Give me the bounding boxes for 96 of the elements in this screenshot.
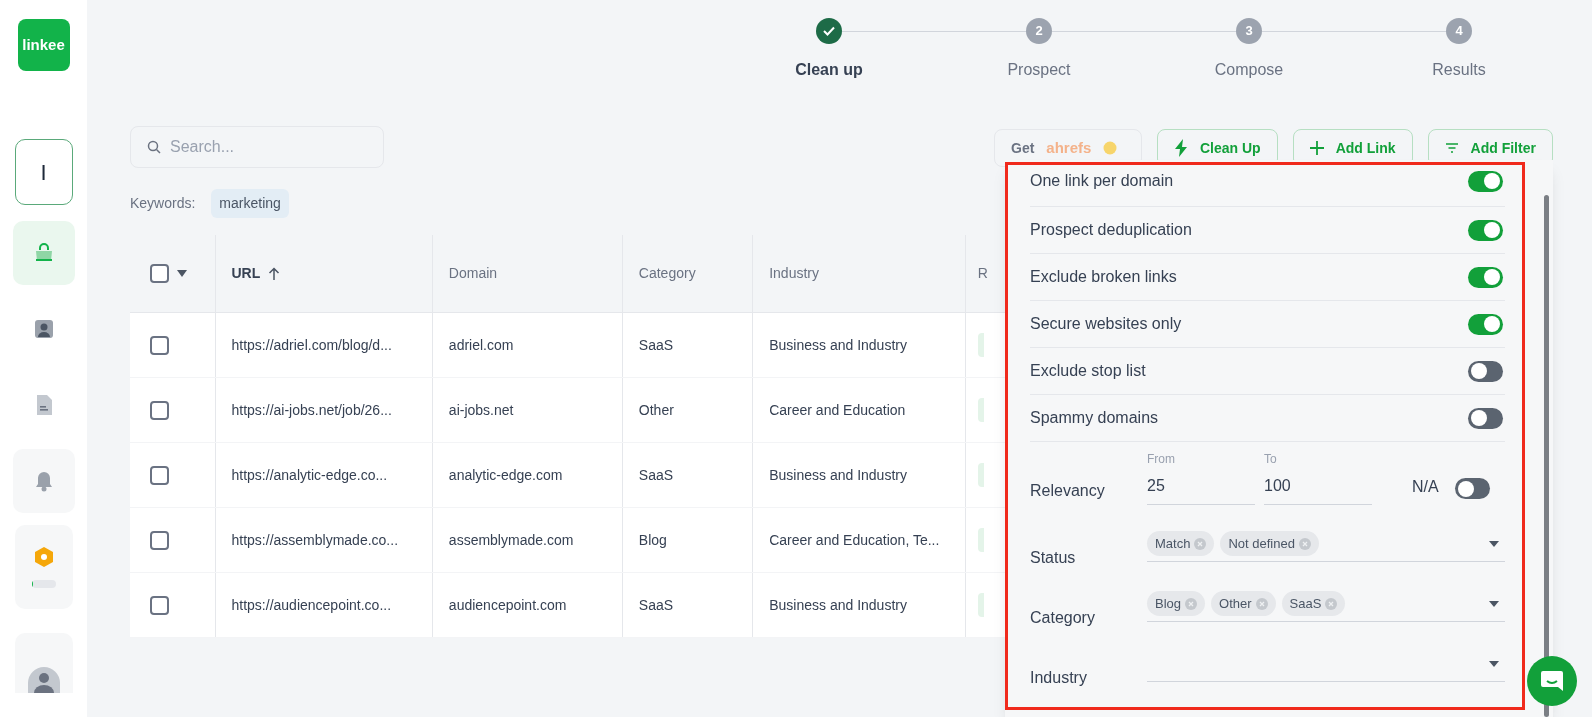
bell-icon <box>33 470 54 492</box>
filter-chip[interactable]: Not defined <box>1220 530 1319 557</box>
multi-select-field[interactable]: Match Not defined <box>1147 526 1505 562</box>
table-cell-text: Other <box>638 400 674 420</box>
table-cell-text: SaaS <box>638 595 674 615</box>
check-icon <box>823 26 835 36</box>
filter-label: One link per domain <box>1030 171 1174 191</box>
toggle-switch[interactable] <box>1468 170 1503 192</box>
row-checkbox[interactable] <box>150 465 169 485</box>
dropdown-caret-icon[interactable] <box>1489 540 1499 547</box>
filter-icon <box>1444 142 1459 154</box>
step-label[interactable]: Prospect <box>1007 58 1071 82</box>
credits-bar <box>31 580 56 588</box>
keywords-label: Keywords: <box>130 194 196 213</box>
toggle-switch[interactable] <box>1468 360 1503 382</box>
toggle-switch[interactable] <box>1468 219 1503 241</box>
chat-button[interactable] <box>1527 656 1577 706</box>
status-tag <box>977 463 984 487</box>
filter-label: Exclude broken links <box>1030 267 1177 287</box>
search-icon <box>147 140 161 154</box>
from-field[interactable]: From 25 <box>1147 450 1255 505</box>
person-icon <box>33 319 54 339</box>
step-label[interactable]: Results <box>1432 58 1486 82</box>
toggle-switch[interactable] <box>1468 266 1503 288</box>
step-number: 2 <box>1026 18 1052 44</box>
document-icon <box>34 394 53 416</box>
filter-label: Industry <box>1030 668 1088 688</box>
bolt-icon <box>1174 139 1188 157</box>
workspace-button[interactable]: I <box>14 139 73 205</box>
status-tag <box>977 593 984 617</box>
row-checkbox[interactable] <box>150 530 169 550</box>
filter-chip[interactable]: Blog <box>1147 590 1206 617</box>
status-tag <box>977 398 984 422</box>
column-header[interactable]: Industry <box>769 263 819 284</box>
bell-button[interactable] <box>12 449 75 513</box>
table-cell-text: Blog <box>638 530 667 550</box>
status-tag <box>977 333 984 357</box>
table-cell-text: Career and Education, Te... <box>769 530 940 550</box>
keyword-tag[interactable]: marketing <box>211 189 289 218</box>
hexagon-icon <box>33 546 54 568</box>
toggle-switch[interactable] <box>1454 478 1490 499</box>
step-label[interactable]: Clean up <box>795 58 863 82</box>
status-tag <box>977 528 984 552</box>
column-header[interactable]: R <box>977 263 988 284</box>
chat-icon <box>1539 668 1565 694</box>
select-all-checkbox[interactable] <box>150 264 169 283</box>
na-label: N/A <box>1412 477 1439 497</box>
table-cell-text: adriel.com <box>448 335 514 355</box>
table-cell-text: audiencepoint.com <box>448 595 567 615</box>
toggle-switch[interactable] <box>1468 407 1503 429</box>
dropdown-caret-icon[interactable] <box>1489 600 1499 607</box>
url-link[interactable]: https://adriel.com/blog/d... <box>231 334 392 356</box>
filter-label: Status <box>1030 548 1077 568</box>
filter-label: Spammy domains <box>1030 408 1159 428</box>
url-link[interactable]: https://ai-jobs.net/job/26... <box>231 399 392 421</box>
sort-arrow-icon[interactable] <box>268 266 281 281</box>
url-link[interactable]: https://audiencepoint.co... <box>231 594 392 616</box>
column-header[interactable]: Domain <box>448 263 498 284</box>
table-cell-text: Business and Industry <box>769 465 907 485</box>
toggle-switch[interactable] <box>1468 313 1503 335</box>
plus-icon <box>1309 141 1324 155</box>
filter-label: Relevancy <box>1030 481 1106 501</box>
filter-label: Exclude stop list <box>1030 361 1146 381</box>
table-cell-text: ai-jobs.net <box>448 400 514 420</box>
column-header[interactable]: URL <box>231 263 261 284</box>
row-checkbox[interactable] <box>150 595 169 615</box>
url-link[interactable]: https://assemblymade.co... <box>231 529 399 551</box>
dropdown-caret-icon[interactable] <box>1489 660 1499 667</box>
column-header[interactable]: Category <box>638 263 696 284</box>
filter-label: Secure websites only <box>1030 314 1182 334</box>
search-field[interactable]: Search... <box>130 126 384 168</box>
multi-select-field[interactable]: Blog Other SaaS <box>1147 586 1505 622</box>
filter-label: Prospect deduplication <box>1030 220 1192 240</box>
step-label[interactable]: Compose <box>1214 58 1284 82</box>
table-cell-text: SaaS <box>638 335 674 355</box>
filter-label: Category <box>1030 608 1096 628</box>
url-link[interactable]: https://analytic-edge.co... <box>231 464 388 486</box>
profile-button[interactable] <box>14 633 73 693</box>
table-cell-text: analytic-edge.com <box>448 465 563 485</box>
table-cell-text: SaaS <box>638 465 674 485</box>
row-checkbox[interactable] <box>150 335 169 355</box>
avatar-icon <box>27 667 60 693</box>
table-cell-text: Business and Industry <box>769 595 907 615</box>
step-number: 3 <box>1236 18 1262 44</box>
step-number: 4 <box>1446 18 1472 44</box>
caret-icon[interactable] <box>177 270 187 277</box>
filter-chip[interactable]: Other <box>1211 590 1276 617</box>
to-field[interactable]: To 100 <box>1264 450 1372 505</box>
row-checkbox[interactable] <box>150 400 169 420</box>
filter-chip[interactable]: Match <box>1147 530 1215 557</box>
scrollbar[interactable] <box>1544 195 1549 717</box>
table-cell-text: Career and Education <box>769 400 906 420</box>
filter-chip[interactable]: SaaS <box>1281 590 1346 617</box>
table-cell-text: Business and Industry <box>769 335 907 355</box>
table-cell-text: assemblymade.com <box>448 530 574 550</box>
coin-icon <box>1103 141 1118 155</box>
